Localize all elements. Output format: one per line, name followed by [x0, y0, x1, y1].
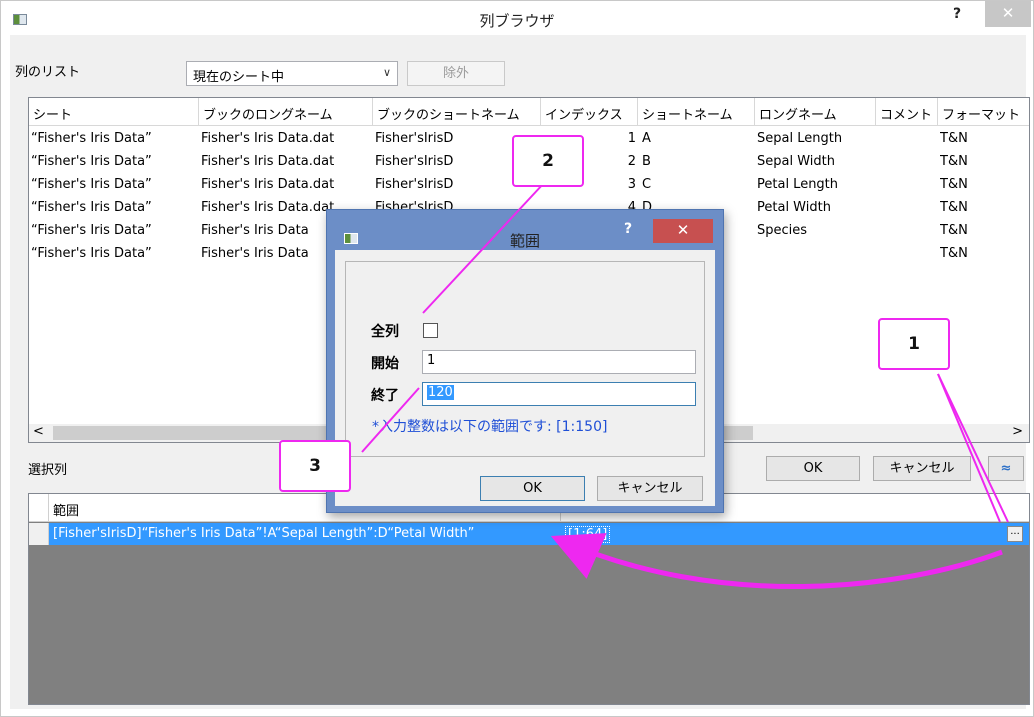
- window-title: 列ブラウザ: [479, 12, 555, 30]
- range-hint: *入力整数は以下の範囲です: [1:150]: [372, 419, 608, 435]
- cell-sheet: “Fisher's Iris Data”: [31, 223, 152, 238]
- ok-button[interactable]: OK: [766, 456, 860, 481]
- column-header-index[interactable]: インデックス: [541, 98, 638, 126]
- column-header-comment[interactable]: コメント: [876, 98, 938, 126]
- ellipsis-button[interactable]: ...: [1007, 526, 1023, 542]
- callout-2: 2: [512, 135, 584, 187]
- cell-long-name: [757, 246, 876, 269]
- close-button[interactable]: ✕: [985, 1, 1031, 27]
- column-header-book-long-name[interactable]: ブックのロングネーム: [199, 98, 373, 126]
- cell-long-name: Sepal Length: [757, 131, 843, 146]
- cell-book-long-name: Fisher's Iris Data.dat: [201, 131, 335, 146]
- cell-format: T&N: [940, 177, 968, 192]
- callout-1: 1: [878, 318, 950, 370]
- dialog-client-area: 全列 開始 1 終了 120 *入力整数は以下の範囲です: [1:150] OK…: [335, 250, 715, 506]
- grid-column-header-range: 範囲: [53, 504, 80, 519]
- cell-short-name: A: [642, 131, 651, 146]
- end-input-value: 120: [427, 385, 454, 400]
- cell-comment: [878, 223, 938, 246]
- dialog-ok-button[interactable]: OK: [480, 476, 585, 501]
- end-label: 終了: [371, 388, 399, 404]
- help-button[interactable]: ?: [945, 5, 969, 27]
- scope-dropdown[interactable]: 現在のシート中 ∨: [186, 61, 398, 86]
- callout-3: 3: [279, 440, 351, 492]
- selected-range-grid[interactable]: 範囲 [Fisher'sIrisD]“Fisher's Iris Data”!A…: [28, 493, 1030, 705]
- cell-long-name: Petal Width: [757, 200, 831, 215]
- cell-format: T&N: [940, 200, 968, 215]
- column-header-long-name[interactable]: ロングネーム: [755, 98, 876, 126]
- start-input[interactable]: 1: [422, 350, 696, 374]
- cell-long-name: Species: [757, 223, 808, 238]
- cell-sheet: “Fisher's Iris Data”: [31, 154, 152, 169]
- start-label: 開始: [371, 356, 399, 372]
- column-header-book-short-name[interactable]: ブックのショートネーム: [373, 98, 541, 126]
- cell-comment: [878, 246, 938, 269]
- range-text: [Fisher'sIrisD]“Fisher's Iris Data”!A“Se…: [53, 526, 475, 541]
- cell-sheet: “Fisher's Iris Data”: [31, 177, 152, 192]
- row-header[interactable]: [29, 523, 49, 545]
- row-header-corner: [29, 494, 49, 522]
- cell-short-name: C: [642, 177, 652, 192]
- cell-format: T&N: [940, 223, 968, 238]
- selected-columns-label: 選択列: [28, 463, 68, 478]
- cell-book-long-name: Fisher's Iris Data.dat: [201, 177, 335, 192]
- range-group-box: 全列 開始 1 終了 120 *入力整数は以下の範囲です: [1:150]: [345, 261, 705, 457]
- cell-format: T&N: [940, 154, 968, 169]
- collapse-icon[interactable]: ≈: [988, 456, 1024, 481]
- chevron-down-icon: ∨: [382, 66, 391, 79]
- cell-format: T&N: [940, 246, 968, 261]
- column-header-short-name[interactable]: ショートネーム: [638, 98, 755, 126]
- table-row[interactable]: [Fisher'sIrisD]“Fisher's Iris Data”!A“Se…: [29, 523, 1029, 545]
- scroll-right-icon[interactable]: >: [1012, 424, 1023, 439]
- cell-short-name: B: [642, 154, 651, 169]
- cell-sheet: “Fisher's Iris Data”: [31, 200, 152, 215]
- dialog-help-button[interactable]: ?: [624, 221, 632, 237]
- scroll-left-icon[interactable]: <: [33, 424, 44, 439]
- all-columns-checkbox[interactable]: [423, 323, 438, 338]
- cell-sheet: “Fisher's Iris Data”: [31, 131, 152, 146]
- column-list-label: 列のリスト: [15, 65, 81, 80]
- cell-long-name: Petal Length: [757, 177, 839, 192]
- remove-button[interactable]: 除外: [407, 61, 505, 86]
- cell-comment: [878, 131, 938, 154]
- all-columns-label: 全列: [371, 324, 399, 340]
- cell-long-name: Sepal Width: [757, 154, 835, 169]
- cell-comment: [878, 177, 938, 200]
- cancel-button[interactable]: キャンセル: [873, 456, 971, 481]
- dialog-cancel-button[interactable]: キャンセル: [597, 476, 703, 501]
- cell-comment: [878, 200, 938, 223]
- cell-sheet: “Fisher's Iris Data”: [31, 246, 152, 261]
- dialog-close-button[interactable]: ✕: [653, 219, 713, 243]
- cell-format: T&N: [940, 131, 968, 146]
- title-bar: 列ブラウザ ? ✕: [1, 1, 1033, 35]
- cell-comment: [878, 154, 938, 177]
- range-dialog: 範囲 ? ✕ 全列 開始 1 終了 120 *入力整数は以下の範囲です: [1:…: [326, 209, 724, 513]
- column-header-format[interactable]: フォーマット: [938, 98, 1029, 126]
- column-header-sheet[interactable]: シート: [29, 98, 199, 126]
- scope-dropdown-value: 現在のシート中: [193, 70, 285, 85]
- end-input[interactable]: 120: [422, 382, 696, 406]
- cell-book-long-name: Fisher's Iris Data.dat: [201, 154, 335, 169]
- range-value[interactable]: [1:64]: [565, 526, 611, 543]
